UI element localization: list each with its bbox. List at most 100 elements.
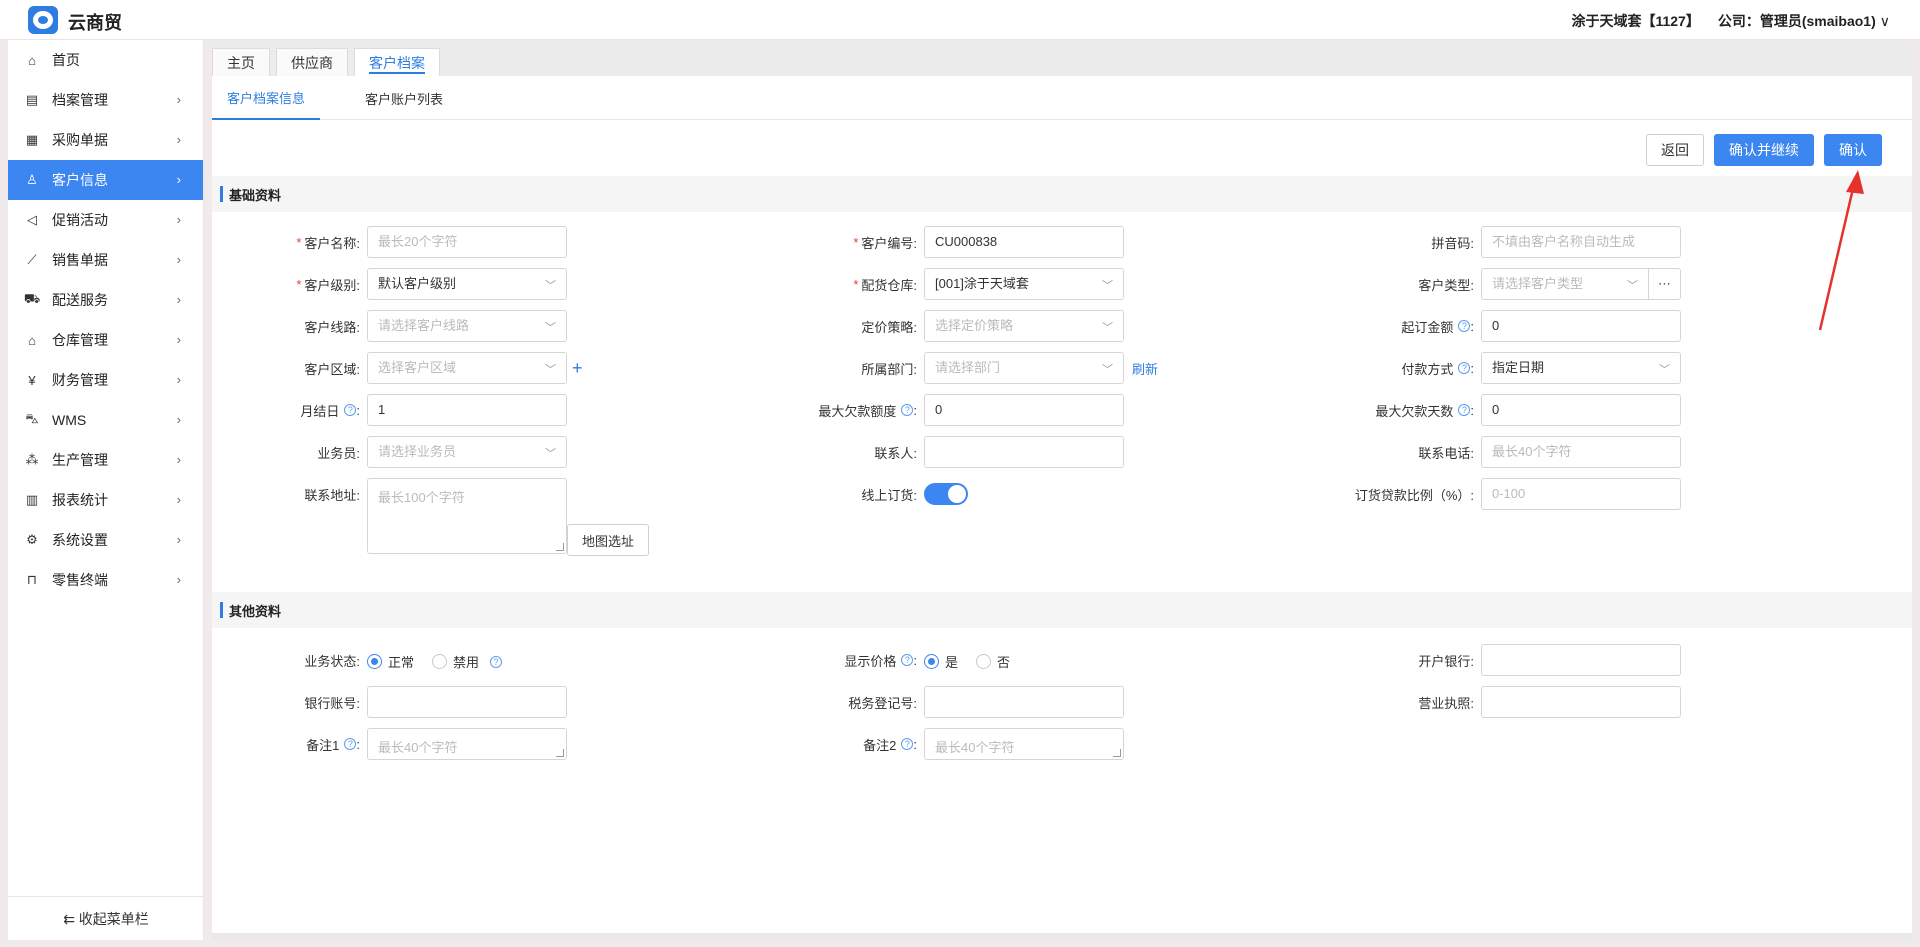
sidebar-item-4[interactable]: ◁ 促销活动 › — [8, 200, 203, 240]
chevron-down-icon: ∨ — [1879, 13, 1890, 29]
max-debt-days-input[interactable]: 0 — [1481, 394, 1681, 426]
collapse-menu-button[interactable]: ⇇ 收起菜单栏 — [8, 896, 204, 940]
warehouse-select[interactable]: [001]涂于天域套 ﹀ — [924, 268, 1124, 300]
top-right-info: 涂于天域套【1127】 公司：管理员(smaibao1) ∨ — [1571, 11, 1890, 31]
tax-no-label: 税务登记号: — [848, 695, 917, 711]
sidebar-item-0[interactable]: ⌂ 首页 — [8, 40, 203, 80]
pinyin-input[interactable]: 不填由客户名称自动生成 — [1481, 226, 1681, 258]
customer-name-input[interactable]: 最长20个字符 — [367, 226, 567, 258]
bank-account-input[interactable] — [367, 686, 567, 718]
payment-select[interactable]: 指定日期 ﹀ — [1481, 352, 1681, 384]
bank-input[interactable] — [1481, 644, 1681, 676]
sidebar-item-8[interactable]: ¥ 财务管理 › — [8, 360, 203, 400]
chevron-right-icon: › — [176, 452, 181, 467]
radio-checked[interactable] — [367, 654, 382, 669]
sidebar-item-12[interactable]: ⚙ 系统设置 › — [8, 520, 203, 560]
radio-unchecked[interactable] — [432, 654, 448, 669]
finance-icon: ¥ — [28, 372, 36, 388]
customer-type-select[interactable]: 请选择客户类型 ﹀ — [1481, 268, 1649, 300]
main-content: 主页 供应商 客户档案 客户档案信息 客户账户列表 返回 确认并继续 确认 基础… — [212, 40, 1912, 940]
sidebar-item-1[interactable]: ▤ 档案管理 › — [8, 80, 203, 120]
chevron-down-icon: ﹀ — [1627, 280, 1638, 292]
help-icon[interactable]: ? — [1458, 320, 1471, 332]
resize-handle[interactable] — [1113, 749, 1121, 757]
subtab-customer-info[interactable]: 客户档案信息 — [212, 76, 321, 120]
chevron-right-icon: › — [176, 132, 181, 147]
help-icon[interactable]: ? — [1458, 362, 1471, 374]
sidebar-item-7[interactable]: ⌂ 仓库管理 › — [8, 320, 203, 360]
sidebar-item-2[interactable]: ▦ 采购单据 › — [8, 120, 203, 160]
tax-no-input[interactable] — [924, 686, 1124, 718]
sidebar-item-11[interactable]: ▥ 报表统计 › — [8, 480, 203, 520]
radio-unchecked[interactable] — [976, 654, 992, 669]
address-textarea[interactable]: 最长100个字符 — [367, 478, 567, 554]
section-other: 其他资料 — [212, 592, 1912, 628]
region-select[interactable]: 选择客户区域 ﹀ — [367, 352, 567, 384]
sidebar-item-9[interactable]: ⛍ WMS › — [8, 400, 203, 440]
app-logo — [28, 6, 58, 34]
chevron-right-icon: › — [176, 292, 181, 307]
phone-input[interactable]: 最长40个字符 — [1481, 436, 1681, 468]
sidebar-item-10[interactable]: ⁂ 生产管理 › — [8, 440, 203, 480]
department-select[interactable]: 请选择部门 ﹀ — [924, 352, 1124, 384]
add-region-button[interactable]: + — [572, 352, 583, 384]
radio-checked[interactable] — [924, 654, 939, 669]
help-icon[interactable]: ? — [901, 654, 914, 666]
help-icon[interactable]: ? — [490, 655, 503, 668]
help-icon[interactable]: ? — [344, 738, 357, 750]
region-label: 客户区域: — [304, 361, 360, 377]
salesman-select[interactable]: 请选择业务员 ﹀ — [367, 436, 567, 468]
min-order-input[interactable]: 0 — [1481, 310, 1681, 342]
contact-input[interactable] — [924, 436, 1124, 468]
sidebar-item-3[interactable]: ♙ 客户信息 › — [8, 160, 203, 200]
bank-account-label: 银行账号: — [304, 695, 360, 711]
status-option-disabled[interactable]: 禁用? — [432, 652, 503, 671]
user-icon: ♙ — [26, 172, 38, 187]
customer-type-label: 客户类型: — [1418, 277, 1474, 293]
megaphone-icon: ◁ — [27, 212, 37, 227]
help-icon[interactable]: ? — [901, 404, 914, 416]
resize-handle[interactable] — [556, 543, 564, 551]
resize-handle[interactable] — [556, 749, 564, 757]
customer-name-label: * 客户名称: — [296, 234, 360, 251]
tab-supplier[interactable]: 供应商 — [276, 48, 348, 76]
chevron-right-icon: › — [176, 92, 181, 107]
sidebar-item-5[interactable]: ⟋ 销售单据 › — [8, 240, 203, 280]
customer-level-select[interactable]: 默认客户级别 ﹀ — [367, 268, 567, 300]
ratio-input[interactable]: 0-100 — [1481, 478, 1681, 510]
status-option-normal[interactable]: 正常 — [367, 652, 414, 671]
bank-label: 开户银行: — [1418, 653, 1474, 669]
help-icon[interactable]: ? — [344, 404, 357, 416]
app-title: 云商贸 — [68, 13, 122, 33]
sidebar-item-6[interactable]: ⛟ 配送服务 › — [8, 280, 203, 320]
subtab-account-list[interactable]: 客户账户列表 — [350, 76, 458, 120]
back-button[interactable]: 返回 — [1646, 134, 1704, 166]
remark1-textarea[interactable]: 最长40个字符 — [367, 728, 567, 760]
confirm-continue-button[interactable]: 确认并继续 — [1714, 134, 1814, 166]
sidebar-item-label: 系统设置 — [52, 532, 108, 548]
network-icon: ⁂ — [25, 452, 39, 467]
remark2-textarea[interactable]: 最长40个字符 — [924, 728, 1124, 760]
online-order-toggle[interactable] — [924, 483, 968, 505]
tab-customer-archive[interactable]: 客户档案 — [354, 48, 440, 76]
show-price-no[interactable]: 否 — [976, 652, 1010, 671]
refresh-link[interactable]: 刷新 — [1132, 352, 1158, 384]
route-select[interactable]: 请选择客户线路 ﹀ — [367, 310, 567, 342]
tab-home[interactable]: 主页 — [212, 48, 270, 76]
pricing-select[interactable]: 选择定价策略 ﹀ — [924, 310, 1124, 342]
sub-tabs: 客户档案信息 客户账户列表 — [212, 76, 1912, 120]
customer-code-input[interactable]: CU000838 — [924, 226, 1124, 258]
more-options-button[interactable]: ⋯ — [1649, 268, 1681, 300]
statement-day-input[interactable]: 1 — [367, 394, 567, 426]
company-user[interactable]: 公司：管理员(smaibao1) ∨ — [1718, 11, 1890, 31]
sidebar-item-13[interactable]: ⊓ 零售终端 › — [8, 560, 203, 600]
help-icon[interactable]: ? — [1458, 404, 1471, 416]
help-icon[interactable]: ? — [901, 738, 914, 750]
sidebar-item-label: 首页 — [52, 52, 80, 68]
show-price-yes[interactable]: 是 — [924, 652, 958, 671]
map-select-button[interactable]: 地图选址 — [567, 524, 650, 556]
license-input[interactable] — [1481, 686, 1681, 718]
store-name[interactable]: 涂于天域套【1127】 — [1571, 11, 1699, 31]
chevron-down-icon: ﹀ — [1659, 364, 1670, 376]
max-debt-input[interactable]: 0 — [924, 394, 1124, 426]
